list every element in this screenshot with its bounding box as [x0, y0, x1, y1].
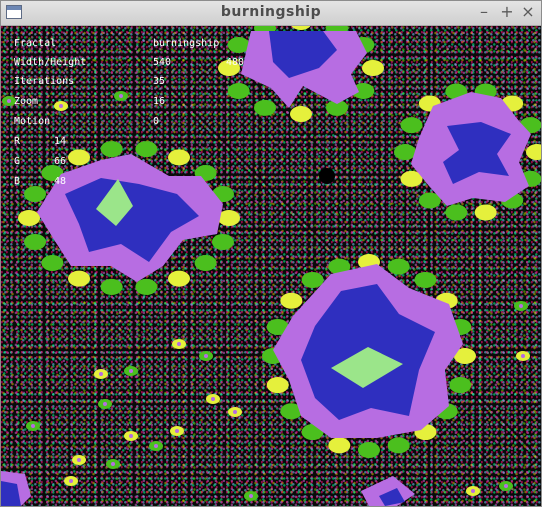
app-window: burningship – + × Fractal burningship Wi… [0, 0, 542, 507]
fractal-render [1, 26, 541, 506]
maximize-button[interactable]: + [498, 3, 516, 21]
title-bar[interactable]: burningship – + × [1, 1, 541, 26]
fractal-blob-bottom [1, 471, 415, 506]
fractal-canvas[interactable]: Fractal burningship Width/Height 540 480… [1, 26, 541, 506]
fractal-blob-top [241, 31, 367, 108]
minimize-button[interactable]: – [475, 3, 493, 21]
close-button[interactable]: × [519, 3, 537, 21]
window-title: burningship [220, 4, 322, 20]
fractal-blob-center [273, 264, 463, 438]
fractal-center-point [319, 168, 335, 184]
